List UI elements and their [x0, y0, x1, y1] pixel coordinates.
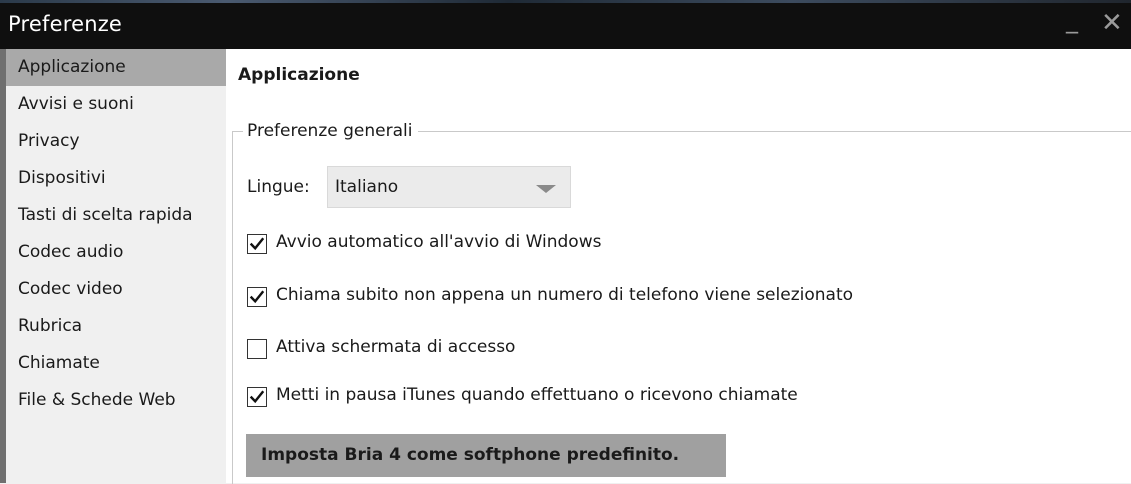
- sidebar-item-label: Dispositivi: [18, 168, 106, 188]
- settings-panel: Applicazione Preferenze generali Lingue:…: [226, 49, 1131, 484]
- sidebar-item-applicazione[interactable]: Applicazione: [6, 49, 226, 86]
- sidebar-item-file-schede-web[interactable]: File & Schede Web: [6, 382, 226, 419]
- page-title: Applicazione: [238, 65, 360, 85]
- language-label: Lingue:: [247, 177, 310, 197]
- sidebar-item-chiamate[interactable]: Chiamate: [6, 345, 226, 382]
- sidebar-item-label: Rubrica: [18, 316, 83, 336]
- sidebar-item-dispositivi[interactable]: Dispositivi: [6, 160, 226, 197]
- set-default-softphone-button[interactable]: Imposta Bria 4 come softphone predefinit…: [246, 434, 726, 477]
- checkmark-icon: [249, 290, 265, 304]
- title-bar-accent: [0, 0, 1131, 3]
- checkmark-icon: [249, 237, 265, 251]
- button-label: Imposta Bria 4 come softphone predefinit…: [261, 445, 680, 465]
- sidebar-item-tasti-di-scelta-rapida[interactable]: Tasti di scelta rapida: [6, 197, 226, 234]
- option-label: Attiva schermata di accesso: [276, 337, 516, 357]
- window-title: Preferenze: [8, 12, 123, 36]
- checkbox[interactable]: [247, 339, 267, 359]
- sidebar-item-label: Chiamate: [18, 353, 100, 373]
- checkmark-icon: [249, 390, 265, 404]
- language-select[interactable]: Italiano: [327, 166, 571, 208]
- sidebar-item-avvisi-e-suoni[interactable]: Avvisi e suoni: [6, 86, 226, 123]
- option-label: Metti in pausa iTunes quando effettuano …: [276, 385, 798, 405]
- title-bar: Preferenze _ ✕: [0, 0, 1131, 49]
- sidebar-item-rubrica[interactable]: Rubrica: [6, 308, 226, 345]
- sidebar-item-privacy[interactable]: Privacy: [6, 123, 226, 160]
- sidebar-item-label: Tasti di scelta rapida: [18, 205, 193, 225]
- sidebar-item-label: Applicazione: [18, 57, 126, 77]
- checkbox[interactable]: [247, 287, 267, 307]
- sidebar-item-label: File & Schede Web: [18, 390, 176, 410]
- sidebar-item-label: Codec video: [18, 279, 123, 299]
- minimize-button[interactable]: _: [1066, 6, 1078, 34]
- sidebar-item-label: Codec audio: [18, 242, 124, 262]
- sidebar: Applicazione Avvisi e suoni Privacy Disp…: [0, 49, 226, 483]
- checkbox[interactable]: [247, 387, 267, 407]
- checkbox[interactable]: [247, 234, 267, 254]
- sidebar-item-codec-audio[interactable]: Codec audio: [6, 234, 226, 271]
- group-title: Preferenze generali: [243, 121, 419, 141]
- dropdown-arrow-icon: [536, 185, 556, 193]
- option-label: Chiama subito non appena un numero di te…: [276, 285, 854, 305]
- close-button[interactable]: ✕: [1101, 8, 1123, 38]
- sidebar-item-label: Privacy: [18, 131, 80, 151]
- language-value: Italiano: [335, 177, 399, 197]
- sidebar-item-codec-video[interactable]: Codec video: [6, 271, 226, 308]
- option-label: Avvio automatico all'avvio di Windows: [276, 232, 602, 252]
- sidebar-item-label: Avvisi e suoni: [18, 94, 134, 114]
